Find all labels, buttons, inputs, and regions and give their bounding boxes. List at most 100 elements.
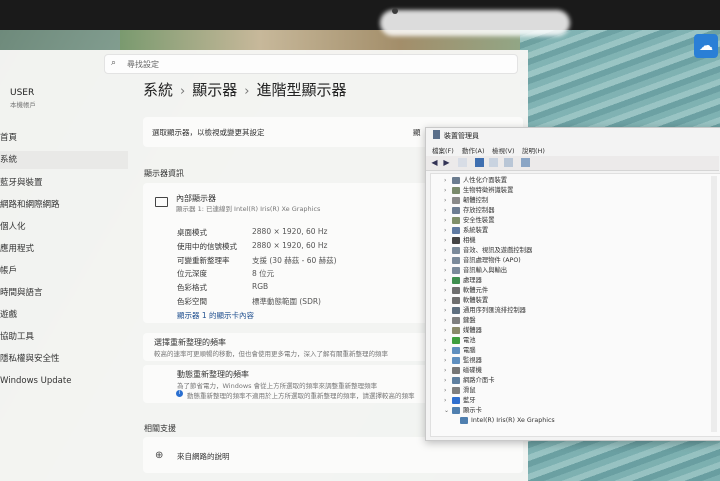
- breadcrumb-system[interactable]: 系統: [143, 81, 173, 99]
- forward-arrow-icon[interactable]: ▶: [442, 158, 451, 167]
- sidebar-item-accessibility[interactable]: 協助工具: [0, 328, 128, 346]
- device-category[interactable]: › 相機: [444, 236, 476, 246]
- chevron-right-icon: ›: [444, 257, 447, 264]
- help-icon[interactable]: [475, 158, 484, 167]
- device-category[interactable]: › 存放控制器: [444, 206, 494, 216]
- search-input[interactable]: ⌕ 尋找設定: [104, 54, 518, 74]
- device-category-icon: [452, 326, 460, 334]
- breadcrumb-display[interactable]: 顯示器: [192, 81, 237, 99]
- device-category[interactable]: › 韌體控制: [444, 196, 488, 206]
- device-category-label: 媒體器: [463, 327, 482, 334]
- info-value: 標準動態範圍 (SDR): [252, 297, 321, 306]
- chevron-right-icon: ›: [444, 387, 447, 394]
- device-manager-title: 裝置管理員: [444, 132, 479, 140]
- device-category[interactable]: › 生物特徵辨識裝置: [444, 186, 513, 196]
- device-category[interactable]: › 監視器: [444, 356, 482, 366]
- info-value: 8 位元: [252, 269, 275, 278]
- back-arrow-icon[interactable]: ◀: [430, 158, 439, 167]
- sidebar-item-apps[interactable]: 應用程式: [0, 240, 128, 258]
- chevron-right-icon: ›: [180, 84, 186, 99]
- monitor-icon[interactable]: [521, 158, 530, 167]
- device-category-icon: [452, 226, 460, 234]
- device-category[interactable]: › 媒體器: [444, 326, 482, 336]
- display-adapter-icon: [460, 416, 468, 424]
- display-info-heading: 顯示器資訊: [144, 169, 184, 178]
- device-category-icon: [452, 276, 460, 284]
- device-tree-scrollbar[interactable]: [711, 176, 717, 432]
- menu-action[interactable]: 動作(A): [462, 145, 485, 155]
- info-value: 支援 (30 赫茲 - 60 赫茲): [252, 256, 337, 265]
- device-category[interactable]: › 軟體裝置: [444, 296, 488, 306]
- device-category-label: 磁碟機: [463, 367, 482, 374]
- menu-file[interactable]: 檔案(F): [432, 145, 454, 155]
- sidebar-item-label: 隱私權與安全性: [0, 354, 60, 364]
- device-category-icon: [452, 336, 460, 344]
- device-category[interactable]: › 處理器: [444, 276, 482, 286]
- device-category-icon: [452, 296, 460, 304]
- sidebar-item-gaming[interactable]: 遊戲: [0, 306, 128, 324]
- desktop-app-icon[interactable]: ☁: [694, 34, 718, 58]
- device-category-label: 系統裝置: [463, 227, 489, 234]
- device-category[interactable]: › 音訊輸入與輸出: [444, 266, 507, 276]
- device-category[interactable]: › 軟體元件: [444, 286, 488, 296]
- sidebar-item-bluetooth[interactable]: 藍牙與裝置: [0, 174, 128, 192]
- screen-glare: [380, 10, 570, 36]
- device-category[interactable]: › 滑鼠: [444, 386, 476, 396]
- menu-view[interactable]: 檢視(V): [492, 145, 515, 155]
- device-category-label: 藍牙: [463, 397, 476, 404]
- device-category-expanded[interactable]: ⌄ 顯示卡: [444, 406, 482, 416]
- device-category-icon: [452, 216, 460, 224]
- device-category[interactable]: › 電池: [444, 336, 476, 346]
- device-category[interactable]: › 電腦: [444, 346, 476, 356]
- user-account-type: 本機帳戶: [10, 101, 36, 109]
- sidebar-item-privacy[interactable]: 隱私權與安全性: [0, 350, 128, 368]
- device-category[interactable]: › 系統裝置: [444, 226, 488, 236]
- sidebar-item-time-language[interactable]: 時間與語言: [0, 284, 128, 302]
- sidebar-item-system[interactable]: 系統: [0, 151, 128, 169]
- sidebar-item-label: Windows Update: [0, 376, 72, 386]
- scan-hardware-icon[interactable]: [489, 158, 498, 167]
- sidebar-item-home[interactable]: 首頁: [0, 129, 128, 147]
- info-key: 色彩空間: [177, 297, 207, 306]
- info-value: 2880 × 1920, 60 Hz: [252, 227, 328, 236]
- device-category-icon: [452, 286, 460, 294]
- chevron-right-icon: ›: [444, 377, 447, 384]
- adapter-properties-link[interactable]: 顯示器 1 的顯示卡內容: [177, 310, 254, 321]
- chevron-right-icon: ›: [444, 347, 447, 354]
- breadcrumb: 系統 › 顯示器 › 進階型顯示器: [143, 79, 346, 100]
- info-key: 使用中的信號模式: [177, 242, 237, 251]
- sidebar-item-personalization[interactable]: 個人化: [0, 218, 128, 236]
- chevron-right-icon: ›: [444, 287, 447, 294]
- sidebar-item-network[interactable]: 網路和網際網路: [0, 196, 128, 214]
- device-category[interactable]: › 藍牙: [444, 396, 476, 406]
- screen-bezel: [0, 0, 720, 30]
- chevron-right-icon: ›: [444, 207, 447, 214]
- device-category-label: 軟體裝置: [463, 297, 489, 304]
- device-category-label: 韌體控制: [463, 197, 489, 204]
- chevron-right-icon: ›: [444, 397, 447, 404]
- properties-icon[interactable]: [458, 158, 467, 167]
- device-category-icon: [452, 386, 460, 394]
- chevron-right-icon: ›: [444, 237, 447, 244]
- device-category[interactable]: › 安全性裝置: [444, 216, 494, 226]
- device-category[interactable]: › 音訊處理物件 (APO): [444, 256, 521, 266]
- sidebar-item-label: 藍牙與裝置: [0, 178, 43, 188]
- select-display-dropdown[interactable]: 顯: [413, 127, 421, 138]
- sidebar-item-label: 系統: [0, 155, 18, 165]
- device-category-icon: [452, 196, 460, 204]
- sidebar-item-windows-update[interactable]: Windows Update: [0, 372, 128, 390]
- update-driver-icon[interactable]: [504, 158, 513, 167]
- chevron-right-icon: ›: [444, 367, 447, 374]
- device-item[interactable]: Intel(R) Iris(R) Xe Graphics: [460, 416, 555, 426]
- chevron-right-icon: ›: [444, 197, 447, 204]
- device-category[interactable]: › 人性化介面裝置: [444, 176, 507, 186]
- device-category[interactable]: › 鍵盤: [444, 316, 476, 326]
- menu-help[interactable]: 說明(H): [522, 145, 545, 155]
- device-category[interactable]: › 通用序列匯流排控制器: [444, 306, 526, 316]
- device-category[interactable]: › 磁碟機: [444, 366, 482, 376]
- device-category-label: 音效、視訊及遊戲控制器: [463, 247, 533, 254]
- device-category[interactable]: › 音效、視訊及遊戲控制器: [444, 246, 532, 256]
- device-category[interactable]: › 網路介面卡: [444, 376, 494, 386]
- sidebar-item-accounts[interactable]: 帳戶: [0, 262, 128, 280]
- search-icon: ⌕: [111, 58, 117, 68]
